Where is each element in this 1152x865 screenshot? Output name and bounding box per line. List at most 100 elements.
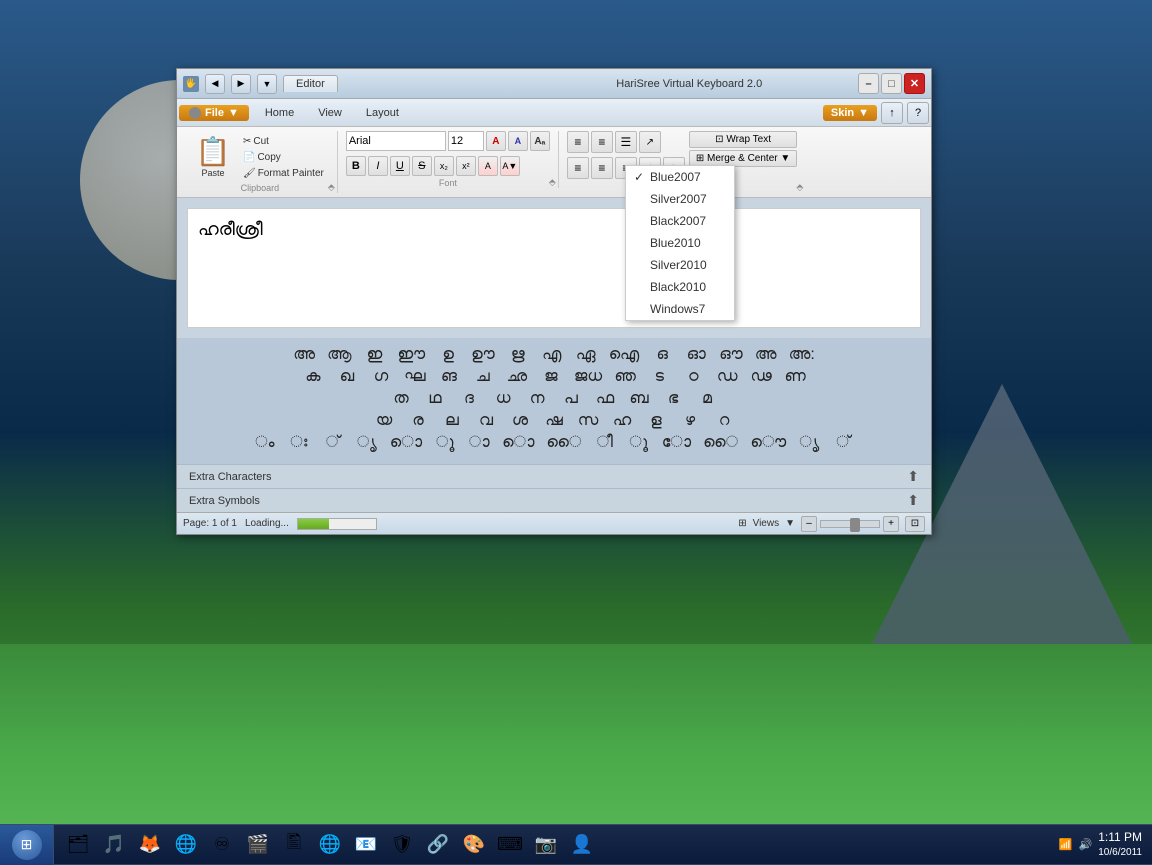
font-grow-btn[interactable]: A xyxy=(486,131,506,151)
zoom-out-btn[interactable]: – xyxy=(801,516,817,532)
vkb-key-kha[interactable]: ഖ xyxy=(336,368,358,386)
align-center-btn[interactable]: ≡ xyxy=(591,157,613,179)
taskbar-icon-media[interactable]: 🎵 xyxy=(98,829,130,861)
align-top-left-btn[interactable]: ≡ xyxy=(567,131,589,153)
vkb-key-ja[interactable]: ജ xyxy=(540,368,562,386)
italic-button[interactable]: I xyxy=(368,156,388,176)
vkb-key-a3[interactable]: അ: xyxy=(789,346,815,364)
vkb-key-gha[interactable]: ഘ xyxy=(404,368,426,386)
vkb-key-lla[interactable]: ള xyxy=(645,412,667,430)
vkb-key-cha[interactable]: ഛ xyxy=(506,368,528,386)
taskbar-icon-video[interactable]: 🎬 xyxy=(242,829,274,861)
vkb-key-vowel6[interactable]: ൈ xyxy=(546,434,581,452)
vkb-key-ma[interactable]: മ xyxy=(696,390,718,408)
taskbar-icon-misc1[interactable]: ♾ xyxy=(206,829,238,861)
vkb-key-anusvara[interactable]: ം xyxy=(254,434,276,452)
vkb-key-vowel9[interactable]: ോ xyxy=(662,434,691,452)
subscript-button[interactable]: x₂ xyxy=(434,156,454,176)
skin-button[interactable]: Skin ▼ xyxy=(823,105,877,121)
skin-item-blue2010[interactable]: Blue2010 xyxy=(626,232,734,254)
vkb-key-vowel2[interactable]: ൊ xyxy=(390,434,422,452)
vkb-key-a2[interactable]: അ xyxy=(755,346,777,364)
vkb-key-ru[interactable]: ഋ xyxy=(507,346,529,364)
menu-tab-layout[interactable]: Layout xyxy=(354,103,411,123)
strikethrough-button[interactable]: S xyxy=(412,156,432,176)
skin-item-black2010[interactable]: Black2010 xyxy=(626,276,734,298)
align-left-btn[interactable]: ≡ xyxy=(567,157,589,179)
vkb-key-vowel7[interactable]: ീ xyxy=(594,434,616,452)
skin-item-silver2010[interactable]: Silver2010 xyxy=(626,254,734,276)
orientation-btn[interactable]: ↗ xyxy=(639,131,661,153)
menu-tab-home[interactable]: Home xyxy=(253,103,306,123)
font-clear-btn[interactable]: Aₐ xyxy=(530,131,550,151)
vkb-key-ha[interactable]: ഹ xyxy=(611,412,633,430)
nav-back-btn[interactable]: ◀ xyxy=(205,74,225,94)
taskbar-time[interactable]: 1:11 PM 10/6/2011 xyxy=(1098,830,1142,859)
vkb-key-vowel3[interactable]: ൂ xyxy=(434,434,456,452)
clipboard-expand-icon[interactable]: ⬘ xyxy=(328,182,335,193)
vkb-key-ee[interactable]: ഏ xyxy=(575,346,597,364)
zoom-thumb[interactable] xyxy=(850,518,860,532)
vkb-key-sa[interactable]: സ xyxy=(577,412,599,430)
vkb-key-tha[interactable]: ഠ xyxy=(682,368,704,386)
start-button[interactable]: ⊞ xyxy=(0,825,54,865)
font-name-input[interactable] xyxy=(346,131,446,151)
vkb-key-visarga[interactable]: ഃ xyxy=(288,434,310,452)
align-top-right-btn[interactable]: ☰ xyxy=(615,131,637,153)
superscript-button[interactable]: x² xyxy=(456,156,476,176)
editor-tab[interactable]: Editor xyxy=(283,75,338,92)
vkb-key-nga[interactable]: ങ xyxy=(438,368,460,386)
font-expand-icon[interactable]: ⬘ xyxy=(549,177,556,188)
vkb-key-ta[interactable]: ട xyxy=(648,368,670,386)
taskbar-icon-ie[interactable]: 🌐 xyxy=(314,829,346,861)
vkb-key-e[interactable]: എ xyxy=(541,346,563,364)
skin-item-blue2007[interactable]: Blue2007 xyxy=(626,166,734,188)
taskbar-icon-kaspersky[interactable]: 🛡 xyxy=(386,829,418,861)
taskbar-icon-chrome[interactable]: 🌐 xyxy=(170,829,202,861)
vkb-key-zha[interactable]: ഴ xyxy=(679,412,701,430)
skin-item-black2007[interactable]: Black2007 xyxy=(626,210,734,232)
taskbar-icon-kb[interactable]: ⌨ xyxy=(494,829,526,861)
fit-page-btn[interactable]: ⊡ xyxy=(905,516,925,532)
restore-btn[interactable]: ↑ xyxy=(881,102,903,124)
minimize-button[interactable]: – xyxy=(858,73,879,94)
copy-button[interactable]: 📄 Copy xyxy=(238,150,329,165)
paste-button[interactable]: 📋 Paste xyxy=(191,131,235,181)
extra-characters-section[interactable]: Extra Characters ⬆ xyxy=(177,464,931,488)
align-top-center-btn[interactable]: ≡ xyxy=(591,131,613,153)
taskbar-icon-mail[interactable]: 📧 xyxy=(350,829,382,861)
vkb-key-vowel1[interactable]: ൃ xyxy=(356,434,378,452)
vkb-key-va[interactable]: വ xyxy=(475,412,497,430)
vkb-key-dhha[interactable]: ധ xyxy=(492,390,514,408)
vkb-key-jdha[interactable]: ജധ xyxy=(574,368,602,386)
vkb-key-la[interactable]: ല xyxy=(441,412,463,430)
document-page[interactable]: ഹരീശ്രീ xyxy=(187,208,921,328)
vkb-key-dha2[interactable]: ദ xyxy=(458,390,480,408)
format-painter-button[interactable]: 🖌 Format Painter xyxy=(238,166,329,181)
vkb-key-bha[interactable]: ഭ xyxy=(662,390,684,408)
vkb-key-sha[interactable]: ശ xyxy=(509,412,531,430)
vkb-key-pa[interactable]: പ xyxy=(560,390,582,408)
vkb-key-ca[interactable]: ച xyxy=(472,368,494,386)
vkb-key-na[interactable]: ണ xyxy=(784,368,806,386)
font-size-input[interactable] xyxy=(448,131,484,151)
taskbar-icon-firefox[interactable]: 🦊 xyxy=(134,829,166,861)
taskbar-icon-user[interactable]: 👤 xyxy=(566,829,598,861)
font-color-btn[interactable]: A▼ xyxy=(500,156,520,176)
cut-button[interactable]: ✂ Cut xyxy=(238,134,329,149)
vkb-key-tha2[interactable]: ത xyxy=(390,390,412,408)
vkb-key-i[interactable]: ഇ xyxy=(364,346,386,364)
vkb-key-ba[interactable]: ബ xyxy=(628,390,650,408)
taskbar-icon-net[interactable]: 🔗 xyxy=(422,829,454,861)
vkb-key-dha[interactable]: ഢ xyxy=(750,368,772,386)
zoom-in-btn[interactable]: + xyxy=(883,516,899,532)
vkb-key-vowel11[interactable]: ൌ xyxy=(750,434,786,452)
vkb-key-vowel8[interactable]: ൂ xyxy=(628,434,650,452)
vkb-key-aa[interactable]: ആ xyxy=(327,346,351,364)
font-color-bg-btn[interactable]: A xyxy=(478,156,498,176)
vkb-key-sha2[interactable]: ഷ xyxy=(543,412,565,430)
close-button[interactable]: ✕ xyxy=(904,73,925,94)
vkb-key-au[interactable]: ഔ xyxy=(719,346,742,364)
taskbar-icon-explorer[interactable]: 🗂 xyxy=(62,829,94,861)
vkb-key-ga[interactable]: ഗ xyxy=(370,368,392,386)
